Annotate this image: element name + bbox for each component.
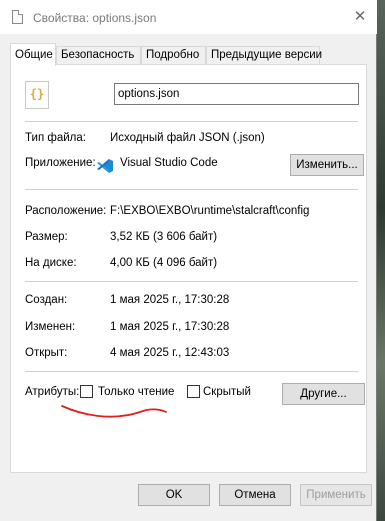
application-label: Приложение: (25, 157, 96, 169)
file-name-input[interactable] (114, 83, 359, 105)
created-value: 1 мая 2025 г., 17:30:28 (110, 294, 230, 306)
tab-strip: Общие Безопасность Подробно Предыдущие в… (10, 43, 367, 66)
size-label: Размер: (25, 231, 68, 243)
attributes-label: Атрибуты: (25, 386, 80, 398)
opened-label: Открыт: (25, 347, 68, 359)
tab-security[interactable]: Безопасность (56, 46, 141, 65)
annotation-underline (61, 405, 167, 418)
hidden-label[interactable]: Скрытый (203, 386, 251, 398)
size-value: 3,52 КБ (3 606 байт) (110, 231, 218, 243)
divider (25, 371, 358, 372)
desktop-background (377, 0, 385, 521)
window-title: Свойства: options.json (33, 11, 157, 25)
readonly-checkbox[interactable] (80, 385, 93, 398)
opened-value: 4 мая 2025 г., 12:43:03 (110, 347, 230, 359)
readonly-label[interactable]: Только чтение (98, 386, 174, 398)
change-app-button[interactable]: Изменить... (290, 154, 364, 176)
apply-button[interactable]: Применить (300, 484, 372, 506)
file-type-label: Тип файла: (25, 132, 86, 144)
size-on-disk-value: 4,00 КБ (4 096 байт) (110, 257, 218, 269)
modified-label: Изменен: (25, 321, 76, 333)
vscode-icon (97, 159, 113, 173)
divider (25, 189, 358, 190)
hidden-checkbox[interactable] (187, 385, 200, 398)
tab-details[interactable]: Подробно (141, 46, 206, 65)
file-type-value: Исходный файл JSON (.json) (110, 132, 265, 144)
json-file-icon: {} (25, 81, 49, 109)
tab-general[interactable]: Общие (10, 43, 56, 66)
location-value: F:\EXBO\EXBO\runtime\stalcraft\config (110, 205, 310, 217)
tab-previous-versions[interactable]: Предыдущие версии (206, 46, 322, 65)
divider (25, 121, 358, 122)
application-value: Visual Studio Code (120, 157, 218, 169)
close-button[interactable]: ✕ (349, 6, 371, 28)
properties-dialog: Свойства: options.json ✕ Общие Безопасно… (0, 0, 377, 521)
advanced-attributes-button[interactable]: Другие... (282, 383, 365, 405)
size-on-disk-label: На диске: (25, 257, 77, 269)
cancel-button[interactable]: Отмена (219, 484, 291, 506)
title-bar[interactable]: Свойства: options.json ✕ (0, 0, 377, 34)
created-label: Создан: (25, 294, 68, 306)
modified-value: 1 мая 2025 г., 17:30:28 (110, 321, 230, 333)
document-icon (12, 10, 23, 24)
ok-button[interactable]: OK (138, 484, 210, 506)
divider (25, 281, 358, 282)
location-label: Расположение: (25, 205, 107, 217)
